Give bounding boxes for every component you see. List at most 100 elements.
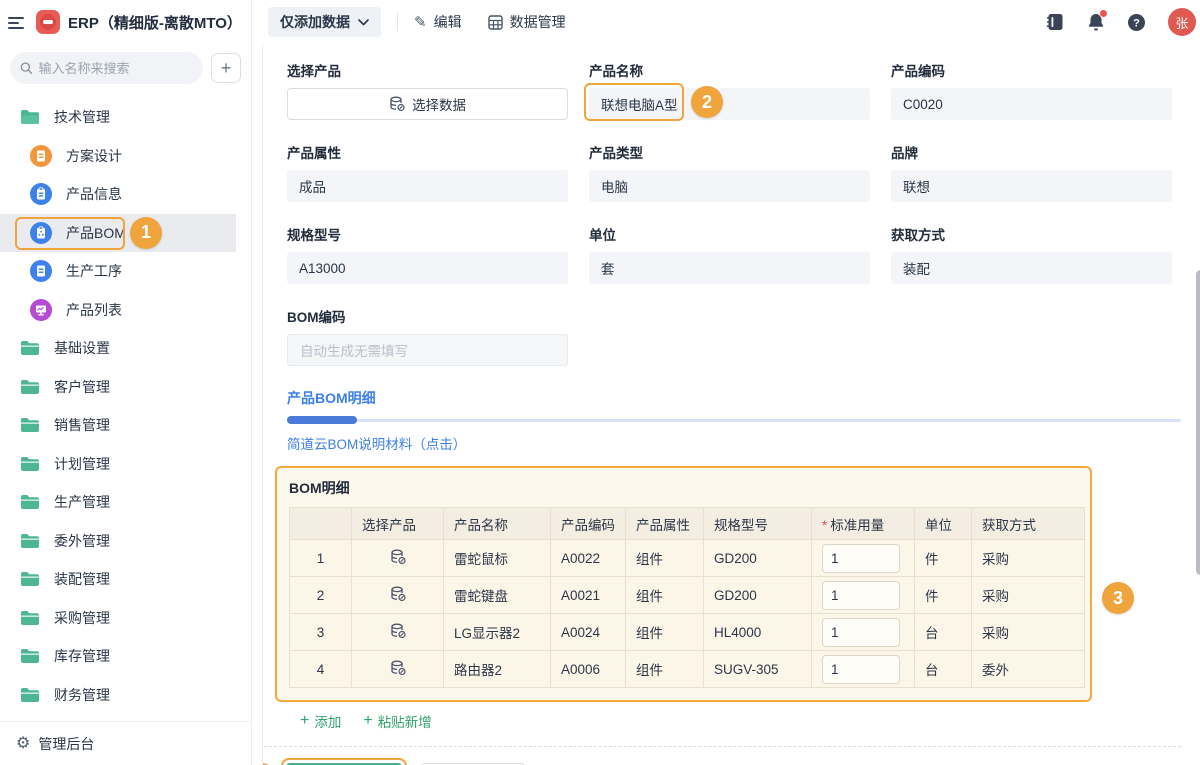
sidebar-header: ERP（精细版-离散MTO）...... bbox=[0, 0, 251, 44]
qty-input[interactable] bbox=[822, 655, 900, 684]
field-bom-code: BOM编码 自动生成无需填写 bbox=[287, 306, 568, 366]
sidebar-item-product-list[interactable]: 产品列表 bbox=[0, 291, 251, 330]
sidebar-item-product-info[interactable]: 产品信息 bbox=[0, 175, 251, 214]
sidebar-item-production-process[interactable]: 生产工序 bbox=[0, 252, 251, 291]
chevron-down-icon bbox=[358, 19, 369, 26]
sidebar-item-label: 技术管理 bbox=[54, 107, 110, 127]
row-select-data-button[interactable] bbox=[352, 651, 444, 688]
sidebar-item-label: 采购管理 bbox=[54, 608, 110, 628]
database-select-icon bbox=[390, 586, 406, 602]
cell-unit: 台 bbox=[915, 651, 972, 688]
field-label: 选择产品 bbox=[287, 60, 568, 80]
paste-add-button[interactable]: + 粘贴新增 bbox=[363, 711, 431, 731]
row-select-data-button[interactable] bbox=[352, 540, 444, 577]
qty-input[interactable] bbox=[822, 618, 900, 647]
sidebar-item-inventory-manage[interactable]: 库存管理 bbox=[0, 637, 251, 676]
cell-product-attr: 组件 bbox=[626, 577, 704, 614]
bom-table-row: 1 雷蛇鼠标 A0022 组件 GD200 件 采购 bbox=[290, 540, 1085, 577]
col-spec: 规格型号 bbox=[704, 508, 812, 540]
sidebar-item-label: 装配管理 bbox=[54, 569, 110, 589]
paste-add-label: 粘贴新增 bbox=[378, 711, 432, 731]
help-icon[interactable]: ? bbox=[1127, 13, 1146, 32]
field-label: 获取方式 bbox=[891, 224, 1172, 244]
edit-button[interactable]: ✎ 编辑 bbox=[414, 12, 462, 32]
search-box[interactable] bbox=[10, 52, 203, 84]
vertical-scrollbar[interactable] bbox=[1196, 270, 1200, 575]
unit-value: 套 bbox=[589, 252, 870, 284]
data-mode-label: 仅添加数据 bbox=[280, 12, 350, 32]
qty-input[interactable] bbox=[822, 544, 900, 573]
field-label: 产品名称 bbox=[589, 60, 870, 80]
tab-track bbox=[287, 416, 1181, 424]
sidebar-item-scheme-design[interactable]: 方案设计 bbox=[0, 137, 251, 176]
search-input[interactable] bbox=[39, 61, 194, 76]
sidebar-item-outsource-manage[interactable]: 委外管理 bbox=[0, 522, 251, 561]
data-mode-dropdown[interactable]: 仅添加数据 bbox=[268, 7, 381, 37]
col-product-name: 产品名称 bbox=[444, 508, 551, 540]
cell-product-code: A0024 bbox=[551, 614, 626, 651]
sidebar-item-label: 产品BOM bbox=[66, 223, 126, 243]
pencil-icon: ✎ bbox=[414, 15, 427, 30]
sidebar-item-finance-manage[interactable]: 财务管理 bbox=[0, 676, 251, 715]
toolbar-right: ? 张 bbox=[1045, 8, 1196, 36]
field-spec: 规格型号 A13000 bbox=[287, 224, 568, 284]
database-select-icon bbox=[390, 660, 406, 676]
add-app-button[interactable]: + bbox=[211, 53, 241, 83]
annotation-badge-3: 3 bbox=[1102, 582, 1134, 614]
sidebar: ERP（精细版-离散MTO）...... + 技术管理 方案设计 产 bbox=[0, 0, 252, 765]
bom-table-row: 3 LG显示器2 A0024 组件 HL4000 台 采购 bbox=[290, 614, 1085, 651]
database-select-icon bbox=[390, 623, 406, 639]
contacts-book-icon[interactable] bbox=[1045, 12, 1065, 32]
database-select-icon bbox=[389, 96, 405, 112]
document-circle-icon bbox=[30, 260, 52, 282]
bom-code-input[interactable]: 自动生成无需填写 bbox=[287, 334, 568, 366]
cell-product-name: 雷蛇鼠标 bbox=[444, 540, 551, 577]
dashboard-circle-icon bbox=[30, 299, 52, 321]
folder-icon bbox=[20, 533, 40, 549]
table-actions: + 添加 + 粘贴新增 bbox=[287, 711, 1181, 731]
sidebar-item-customer-manage[interactable]: 客户管理 bbox=[0, 368, 251, 407]
sidebar-item-product-bom[interactable]: 产品BOM 1 bbox=[0, 214, 236, 253]
cell-spec: HL4000 bbox=[704, 614, 812, 651]
sidebar-menu: 技术管理 方案设计 产品信息 产品BOM 1 生产工序 bbox=[0, 98, 251, 721]
folder-icon bbox=[20, 610, 40, 626]
qty-input[interactable] bbox=[822, 581, 900, 610]
col-product-code: 产品编码 bbox=[551, 508, 626, 540]
sidebar-item-purchase-manage[interactable]: 采购管理 bbox=[0, 599, 251, 638]
erp-app-window: ERP（精细版-离散MTO）...... + 技术管理 方案设计 产 bbox=[0, 0, 1200, 765]
sidebar-item-label: 库存管理 bbox=[54, 646, 110, 666]
tab-track-line bbox=[287, 419, 1181, 422]
sidebar-item-basic-settings[interactable]: 基础设置 bbox=[0, 329, 251, 368]
add-row-button[interactable]: + 添加 bbox=[300, 711, 341, 731]
sidebar-item-production-manage[interactable]: 生产管理 bbox=[0, 483, 251, 522]
plus-icon: + bbox=[300, 713, 309, 729]
cell-method: 采购 bbox=[972, 577, 1085, 614]
bom-circle-icon bbox=[30, 222, 52, 244]
sidebar-item-tech-manage[interactable]: 技术管理 bbox=[0, 98, 251, 137]
bom-doc-link[interactable]: 简道云BOM说明材料（点击） bbox=[287, 433, 466, 453]
folder-open-icon bbox=[20, 109, 40, 125]
data-manage-button[interactable]: 数据管理 bbox=[488, 12, 566, 32]
admin-backend-button[interactable]: ⚙ 管理后台 bbox=[0, 721, 251, 765]
sidebar-item-sales-manage[interactable]: 销售管理 bbox=[0, 406, 251, 445]
notifications-bell-icon[interactable] bbox=[1087, 12, 1105, 32]
collapse-sidebar-icon[interactable] bbox=[8, 15, 24, 29]
form-content: 选择产品 选择数据 产品名称 联想电脑A型 2 产品编码 C0020 bbox=[262, 44, 1200, 765]
select-data-button[interactable]: 选择数据 bbox=[287, 88, 568, 120]
sidebar-item-plan-manage[interactable]: 计划管理 bbox=[0, 445, 251, 484]
field-acquire-method: 获取方式 装配 bbox=[891, 224, 1172, 284]
product-type-value: 电脑 bbox=[589, 170, 870, 202]
sidebar-item-assembly-manage[interactable]: 装配管理 bbox=[0, 560, 251, 599]
row-index: 4 bbox=[290, 651, 352, 688]
form-row-1: 选择产品 选择数据 产品名称 联想电脑A型 2 产品编码 C0020 bbox=[287, 60, 1181, 120]
row-select-data-button[interactable] bbox=[352, 577, 444, 614]
field-label: 产品编码 bbox=[891, 60, 1172, 80]
sidebar-item-label: 计划管理 bbox=[54, 454, 110, 474]
bom-table: 选择产品 产品名称 产品编码 产品属性 规格型号 *标准用量 单位 获取方式 1 bbox=[289, 507, 1085, 688]
field-select-product: 选择产品 选择数据 bbox=[287, 60, 568, 120]
user-avatar[interactable]: 张 bbox=[1168, 8, 1196, 36]
app-title: ERP（精细版-离散MTO）...... bbox=[68, 12, 241, 33]
row-select-data-button[interactable] bbox=[352, 614, 444, 651]
tab-product-bom-detail[interactable]: 产品BOM明细 bbox=[287, 388, 376, 408]
field-label: 规格型号 bbox=[287, 224, 568, 244]
